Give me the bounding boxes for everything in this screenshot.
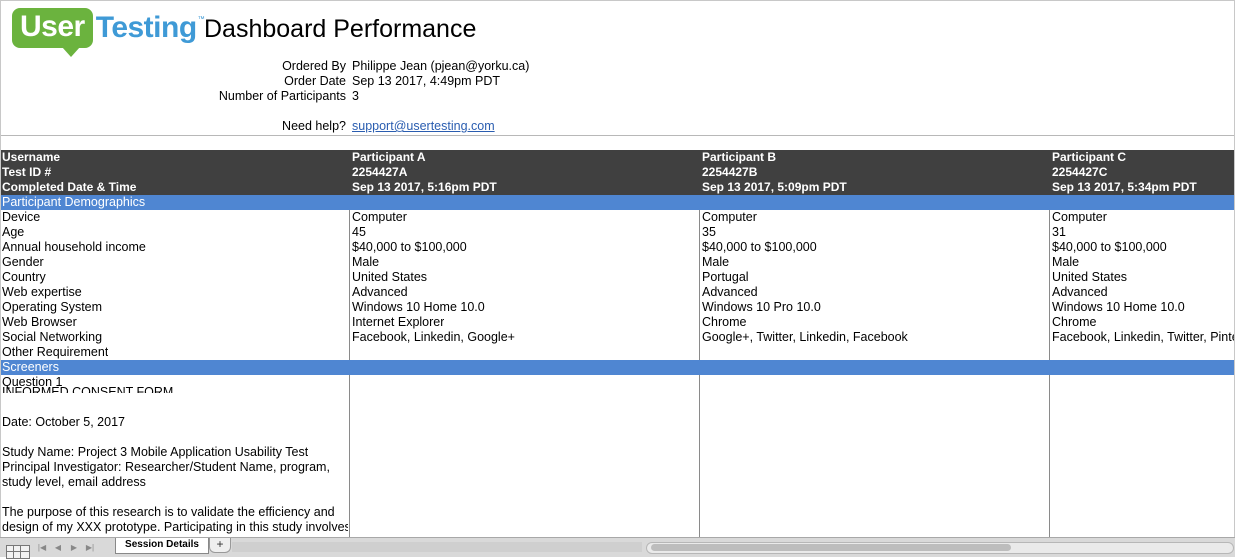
participant-c-social: Facebook, Linkedin, Twitter, Pinter xyxy=(1052,330,1234,344)
horizontal-scroll-thumb[interactable] xyxy=(651,544,1011,551)
question-text-line: The purpose of this research is to valid… xyxy=(2,505,335,519)
row-label-income: Annual household income xyxy=(2,240,146,254)
question-text-line: study level, email address xyxy=(2,475,146,489)
participant-c-gender: Male xyxy=(1052,255,1080,269)
participant-a-browser: Internet Explorer xyxy=(352,315,445,329)
meta-value: 3 xyxy=(352,89,359,103)
participant-b-age: 35 xyxy=(702,225,716,239)
participant-b-device: Computer xyxy=(702,210,757,224)
logo-user-text: User xyxy=(12,8,93,57)
question-text-line: Date: October 5, 2017 xyxy=(2,415,125,429)
participant-b-income: $40,000 to $100,000 xyxy=(702,240,817,254)
logo-testing-text: Testing xyxy=(95,11,197,44)
header-label-test-id: Test ID # xyxy=(2,165,52,179)
row-label-browser: Web Browser xyxy=(2,315,77,329)
row-label-os: Operating System xyxy=(2,300,103,314)
participant-c-browser: Chrome xyxy=(1052,315,1097,329)
participant-c-country: United States xyxy=(1052,270,1128,284)
participant-b-gender: Male xyxy=(702,255,730,269)
demographics-section-band xyxy=(1,195,1234,210)
next-sheet-icon[interactable]: ▶ xyxy=(68,541,80,553)
participant-b-username: Participant B xyxy=(702,150,777,164)
meta-value: Sep 13 2017, 4:49pm PDT xyxy=(352,74,501,88)
participant-a-country: United States xyxy=(352,270,428,284)
row-label-social: Social Networking xyxy=(2,330,103,344)
participant-c-username: Participant C xyxy=(1052,150,1127,164)
normal-view-icon[interactable] xyxy=(6,545,30,559)
participant-b-country: Portugal xyxy=(702,270,749,284)
participant-c-device: Computer xyxy=(1052,210,1107,224)
row-label-web-expertise: Web expertise xyxy=(2,285,82,299)
participant-b-web-expertise: Advanced xyxy=(702,285,758,299)
participant-a-age: 45 xyxy=(352,225,366,239)
tab-area-filler xyxy=(232,542,642,552)
participant-a-username: Participant A xyxy=(352,150,426,164)
participant-a-test-id: 2254427A xyxy=(352,165,408,179)
participant-c-web-expertise: Advanced xyxy=(1052,285,1108,299)
participant-a-device: Computer xyxy=(352,210,407,224)
participant-c-age: 31 xyxy=(1052,225,1066,239)
sheet-tab-session-details[interactable]: Session Details xyxy=(115,538,209,554)
participant-a-income: $40,000 to $100,000 xyxy=(352,240,467,254)
report-title: Dashboard Performance xyxy=(204,15,477,43)
meta-value: Philippe Jean (pjean@yorku.ca) xyxy=(352,59,530,73)
header-label-completed: Completed Date & Time xyxy=(2,180,137,194)
row-label-device: Device xyxy=(2,210,41,224)
participant-b-test-id: 2254427B xyxy=(702,165,758,179)
participant-b-browser: Chrome xyxy=(702,315,747,329)
usertesting-logo: User Testing ™ xyxy=(12,8,205,57)
sheet-nav-group: |◀ ◀ ▶ ▶| xyxy=(36,540,96,554)
meta-label: Order Date xyxy=(284,74,346,88)
participant-c-test-id: 2254427C xyxy=(1052,165,1108,179)
row-label-country: Country xyxy=(2,270,46,284)
participant-a-web-expertise: Advanced xyxy=(352,285,408,299)
add-sheet-button[interactable]: + xyxy=(209,538,231,553)
participant-c-income: $40,000 to $100,000 xyxy=(1052,240,1167,254)
sheet-tab-bar: |◀ ◀ ▶ ▶| Session Details + xyxy=(0,537,1235,559)
demographics-section-title: Participant Demographics xyxy=(2,195,146,209)
row-label-other: Other Requirement xyxy=(2,345,109,359)
screeners-section-band xyxy=(1,360,1234,375)
participant-a-completed: Sep 13 2017, 5:16pm PDT xyxy=(352,180,497,194)
first-sheet-icon[interactable]: |◀ xyxy=(36,541,48,553)
last-sheet-icon[interactable]: ▶| xyxy=(84,541,96,553)
participant-b-completed: Sep 13 2017, 5:09pm PDT xyxy=(702,180,847,194)
meta-label: Number of Participants xyxy=(218,89,346,103)
participant-c-os: Windows 10 Home 10.0 xyxy=(1052,300,1185,314)
row-label-age: Age xyxy=(2,225,25,239)
header-label-username: Username xyxy=(2,150,61,164)
participant-b-social: Google+, Twitter, Linkedin, Facebook xyxy=(702,330,908,344)
question-text-line: INFORMED CONSENT FORM xyxy=(2,385,174,393)
prev-sheet-icon[interactable]: ◀ xyxy=(52,541,64,553)
question-text-line: Principal Investigator: Researcher/Stude… xyxy=(2,460,330,474)
question-text-line: design of my XXX prototype. Participatin… xyxy=(2,520,348,534)
meta-label: Ordered By xyxy=(282,59,346,73)
support-email-link[interactable]: support@usertesting.com xyxy=(352,119,495,134)
participant-a-os: Windows 10 Home 10.0 xyxy=(352,300,485,314)
participant-b-os: Windows 10 Pro 10.0 xyxy=(702,300,821,314)
meta-label: Need help? xyxy=(282,119,346,133)
screeners-section-title: Screeners xyxy=(2,360,59,374)
row-label-gender: Gender xyxy=(2,255,44,269)
question-text-line: Study Name: Project 3 Mobile Application… xyxy=(2,445,309,459)
participant-a-gender: Male xyxy=(352,255,380,269)
participant-header-band xyxy=(1,150,1234,195)
participant-c-completed: Sep 13 2017, 5:34pm PDT xyxy=(1052,180,1197,194)
header-divider xyxy=(1,135,1234,136)
participant-a-social: Facebook, Linkedin, Google+ xyxy=(352,330,515,344)
